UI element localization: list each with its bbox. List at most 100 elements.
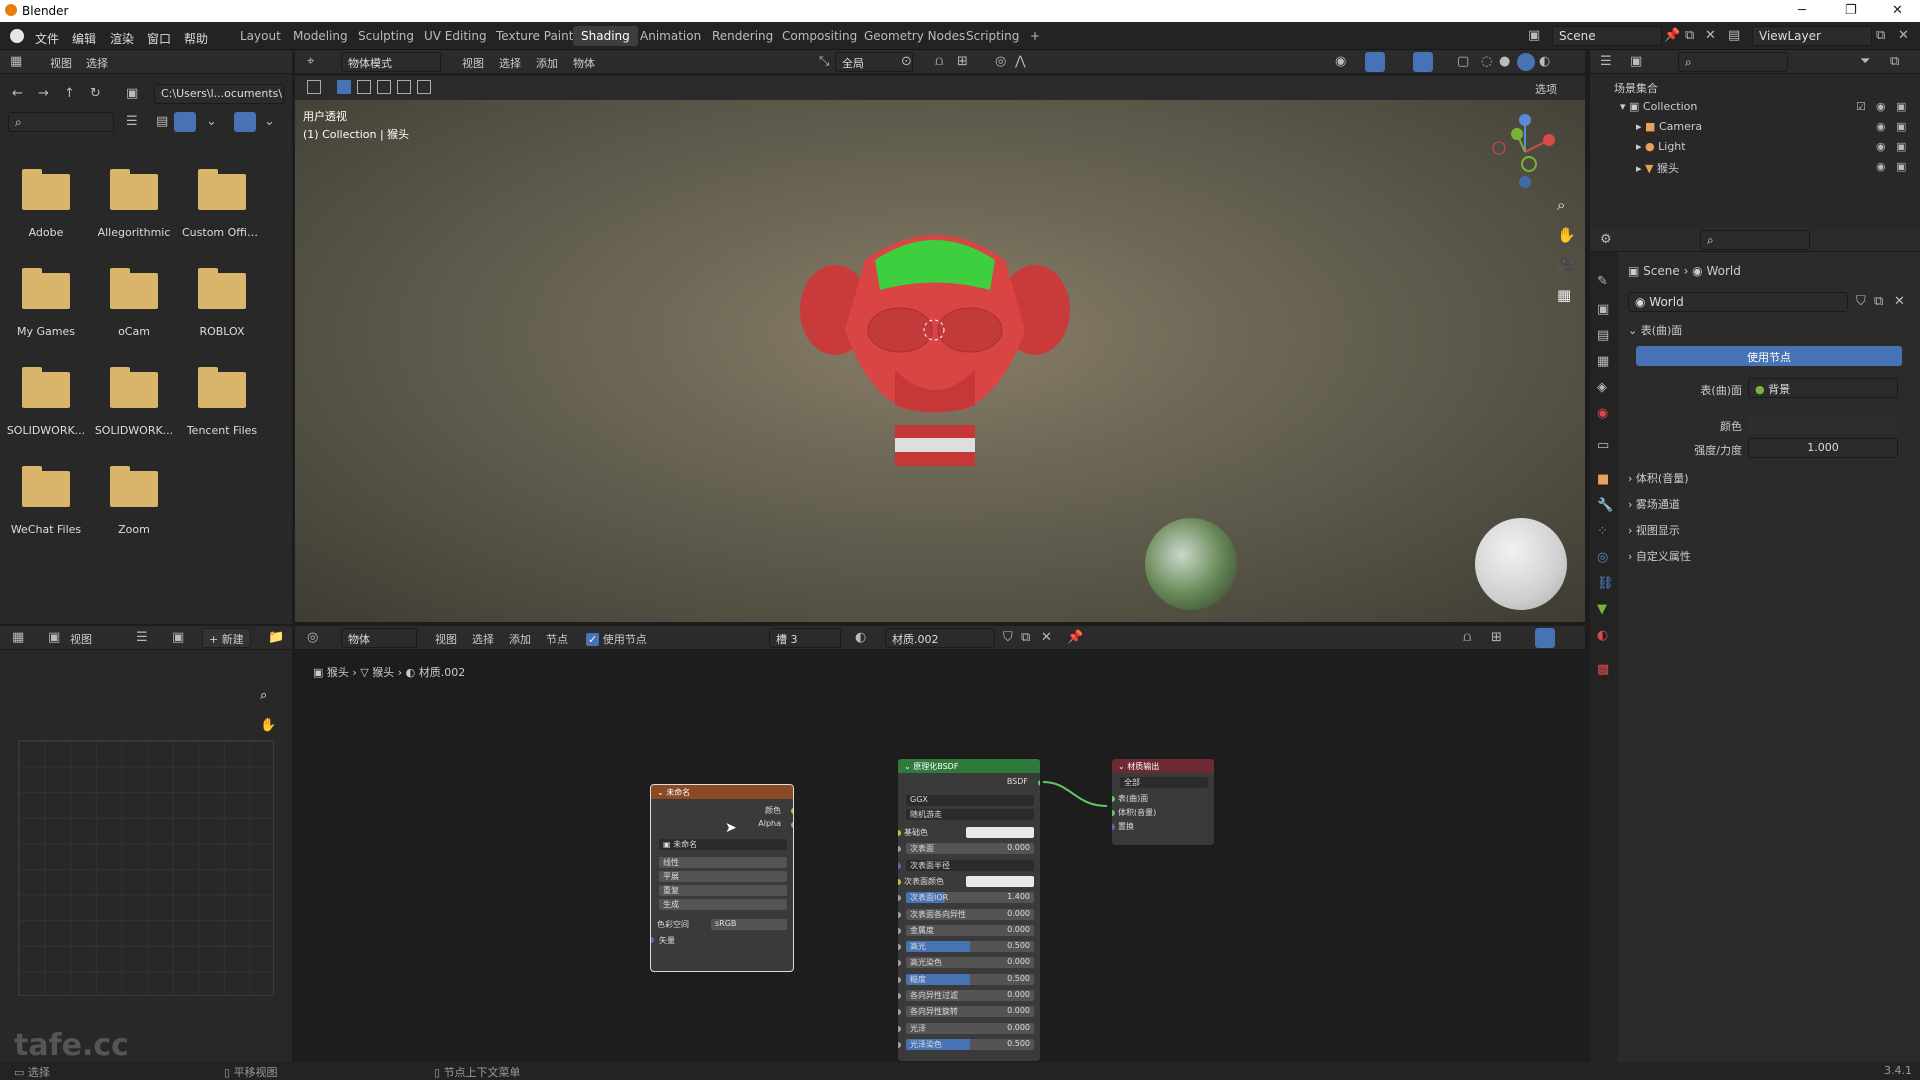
world-color-swatch[interactable]	[1748, 414, 1898, 434]
new-folder-icon[interactable]: ▣	[126, 86, 138, 101]
filter-icon[interactable]	[234, 112, 256, 132]
bsdf-input-socket[interactable]	[898, 911, 901, 918]
projection-dropdown[interactable]: 平展	[659, 871, 787, 882]
new-collection-icon[interactable]: ⧉	[1890, 54, 1899, 69]
bsdf-input-field[interactable]: 光泽染色 0.500	[906, 1038, 1034, 1050]
minimize-button[interactable]: ─	[1798, 3, 1806, 18]
scene-collection-label[interactable]: 场景集合	[1614, 80, 1658, 96]
principled-bsdf-node[interactable]: ⌄ 原理化BSDF BSDF GGX 随机游走 基础色 次表面 0.000 次表面半径…	[897, 758, 1041, 1062]
xray-icon[interactable]: ▢	[1457, 54, 1469, 69]
zoom-icon[interactable]: ⌕	[1557, 196, 1565, 214]
delete-view-layer-icon[interactable]: ✕	[1898, 28, 1909, 43]
select-mode-new-icon[interactable]	[337, 80, 351, 94]
unlink-material-icon[interactable]: ✕	[1041, 630, 1052, 645]
folder-item[interactable]: WeChat Files	[6, 466, 86, 536]
tab-shading[interactable]: Shading	[573, 26, 638, 46]
viewport-display-panel-header[interactable]: › 视图显示	[1628, 522, 1680, 538]
world-tab-icon[interactable]: ◉	[1597, 406, 1608, 421]
menu-window[interactable]: 窗口	[147, 30, 171, 47]
bsdf-input-socket[interactable]	[898, 993, 901, 999]
image-pan-icon[interactable]: ✋	[260, 718, 276, 733]
subsurface-method-dropdown[interactable]: 随机游走	[906, 809, 1034, 820]
bsdf-input-socket[interactable]	[898, 846, 901, 853]
tab-scripting[interactable]: Scripting	[958, 26, 1027, 46]
solid-shading-icon[interactable]: ●	[1499, 54, 1510, 69]
image-selector[interactable]: ▣ 未命名	[659, 839, 787, 850]
color-output-socket[interactable]	[791, 808, 793, 814]
bsdf-input-field[interactable]: 各向异性旋转 0.000	[906, 1006, 1034, 1018]
material-browse-icon[interactable]: ◐	[855, 630, 866, 645]
duplicate-material-icon[interactable]: ⧉	[1021, 630, 1030, 645]
object-tab-icon[interactable]: ■	[1597, 472, 1609, 487]
list-view-icon[interactable]: ☰	[126, 114, 138, 129]
particles-tab-icon[interactable]: ⁘	[1597, 524, 1608, 539]
navigation-gizmo[interactable]	[1485, 108, 1565, 188]
folder-item[interactable]: oCam	[94, 268, 174, 338]
node-editor-type-icon[interactable]: ◎	[307, 630, 318, 645]
folder-item[interactable]: Adobe	[6, 169, 86, 239]
filter-dropdown-icon[interactable]: ⌄	[264, 114, 275, 129]
constraints-tab-icon[interactable]: ⛓	[1597, 576, 1614, 591]
displacement-input-socket[interactable]	[1112, 824, 1115, 830]
folder-item[interactable]: Allegorithmic	[94, 169, 174, 239]
physics-tab-icon[interactable]: ◎	[1597, 550, 1608, 565]
bsdf-color-swatch[interactable]	[966, 827, 1034, 838]
render-camera-icon[interactable]: ▣	[1896, 120, 1906, 133]
duplicate-world-icon[interactable]: ⧉	[1874, 294, 1883, 309]
bsdf-node-header[interactable]: ⌄ 原理化BSDF	[898, 759, 1040, 773]
scene-tab-icon[interactable]: ◈	[1597, 380, 1607, 395]
bsdf-input-socket[interactable]	[898, 1041, 901, 1048]
node-overlay-toggle-icon[interactable]	[1535, 628, 1555, 648]
folder-item[interactable]: Custom Offic...	[182, 169, 262, 239]
display-mode-icon[interactable]: ▣	[1630, 54, 1642, 69]
surface-shader-selector[interactable]: ● 背景	[1748, 378, 1898, 398]
select-tool-icon[interactable]	[307, 80, 321, 94]
bsdf-input-field[interactable]: 糙度 0.500	[906, 973, 1034, 985]
extension-dropdown[interactable]: 重复	[659, 885, 787, 896]
snap-target-icon[interactable]: ⊞	[957, 54, 968, 69]
fb-menu-view[interactable]: 视图	[50, 55, 72, 71]
surface-input-socket[interactable]	[1112, 796, 1115, 802]
proportional-edit-icon[interactable]: ◎	[995, 54, 1006, 69]
outliner-row-collection[interactable]: ▾ ▣ Collection	[1620, 100, 1697, 113]
outliner-row-monkey[interactable]: ▸ ▼ 猴头	[1636, 160, 1679, 176]
outliner-row-camera[interactable]: ▸ ■ Camera	[1636, 120, 1702, 133]
world-selector[interactable]: ◉ World	[1628, 292, 1848, 312]
back-icon[interactable]: ←	[12, 86, 23, 101]
ne-menu-add[interactable]: 添加	[509, 631, 531, 647]
select-mode-subtract-icon[interactable]	[377, 80, 391, 94]
vp-menu-object[interactable]: 物体	[573, 55, 595, 71]
viewport-3d[interactable]: 用户透视 (1) Collection | 猴头 ⌕ ✋ 🎥 ▦	[295, 100, 1585, 622]
open-image-icon[interactable]: 📁	[268, 630, 284, 645]
interpolation-dropdown[interactable]: 线性	[659, 857, 787, 868]
image-view-dropdown[interactable]: 视图	[70, 631, 92, 647]
sort-dropdown-icon[interactable]: ⌄	[206, 114, 217, 129]
bsdf-input-socket[interactable]	[898, 944, 901, 951]
distribution-dropdown[interactable]: GGX	[906, 795, 1034, 806]
material-output-node[interactable]: ⌄ 材质输出 全部 表(曲)面 体积(音量) 置换	[1111, 758, 1215, 846]
render-tab-icon[interactable]: ▣	[1597, 302, 1609, 317]
bsdf-input-field[interactable]: 金属度 0.000	[906, 924, 1034, 936]
bsdf-input-socket[interactable]	[898, 976, 901, 983]
tab-modeling[interactable]: Modeling	[285, 26, 356, 46]
menu-file[interactable]: 文件	[35, 30, 59, 47]
falloff-icon[interactable]: ⋀	[1015, 54, 1026, 69]
forward-icon[interactable]: →	[38, 86, 49, 101]
use-nodes-button[interactable]: 使用节点	[1636, 346, 1902, 366]
outliner-filter-icon[interactable]: ⏷	[1860, 54, 1870, 69]
vp-menu-view[interactable]: 视图	[462, 55, 484, 71]
image-zoom-icon[interactable]: ⌕	[260, 688, 267, 703]
material-shading-icon[interactable]	[1517, 53, 1535, 71]
tool-tab-icon[interactable]: ✎	[1597, 274, 1608, 289]
image-menu-icon[interactable]: ☰	[136, 630, 148, 645]
ne-menu-node[interactable]: 节点	[546, 631, 568, 647]
output-tab-icon[interactable]: ▤	[1597, 328, 1609, 343]
alpha-output-socket[interactable]	[791, 822, 793, 828]
visibility-icon[interactable]: ◉	[1335, 54, 1346, 69]
select-mode-intersect-icon[interactable]	[417, 80, 431, 94]
perspective-toggle-icon[interactable]: ▦	[1557, 286, 1571, 304]
view-layer-tab-icon[interactable]: ▦	[1597, 354, 1609, 369]
node-snap-target-icon[interactable]: ⊞	[1491, 630, 1502, 645]
node-object-selector[interactable]: 物体	[341, 628, 417, 648]
image-browse-icon[interactable]: ▣	[172, 630, 184, 645]
